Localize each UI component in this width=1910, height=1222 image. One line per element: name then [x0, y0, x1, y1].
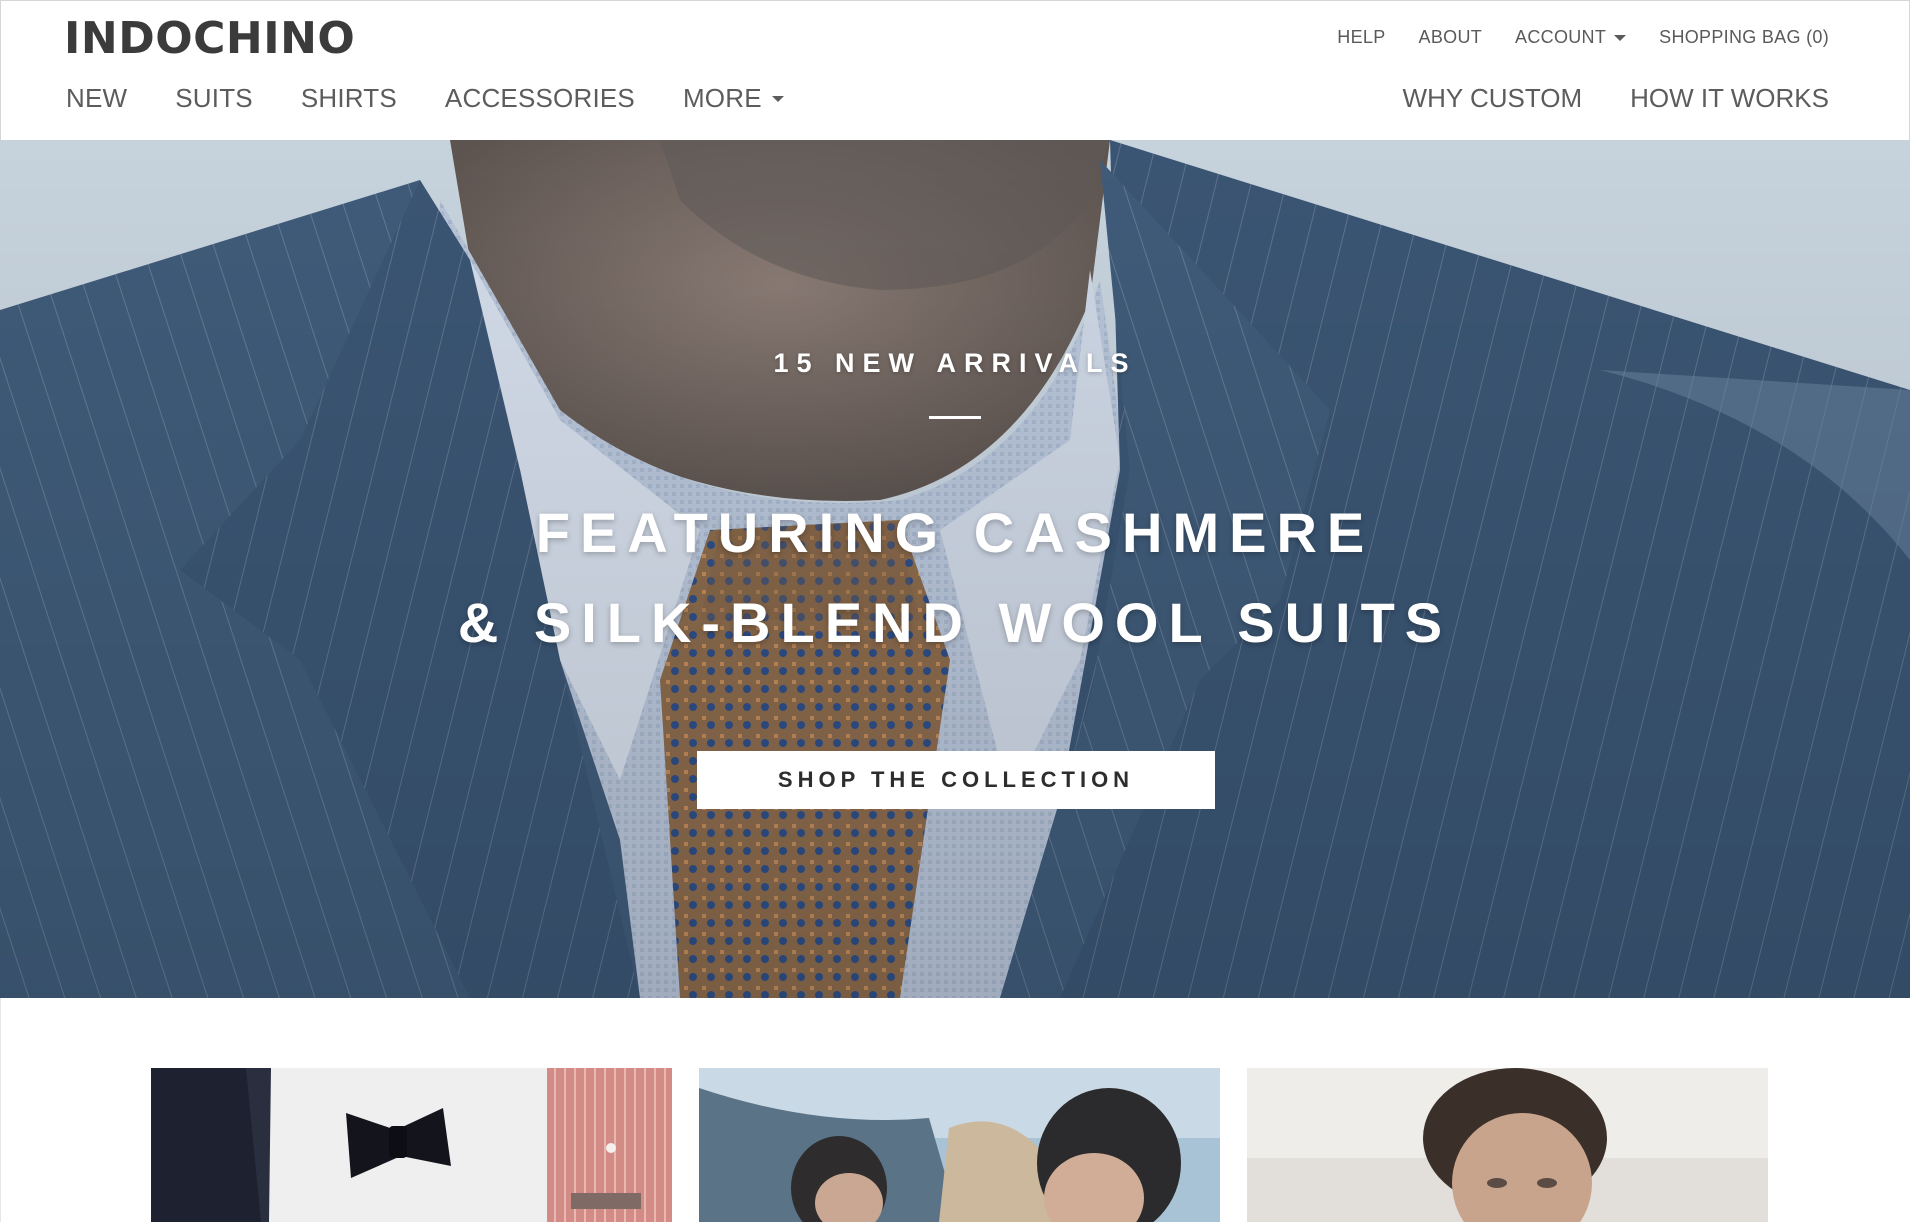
- hero-headline-line2: & SILK-BLEND WOOL SUITS: [457, 591, 1453, 654]
- shop-collection-button[interactable]: SHOP THE COLLECTION: [697, 751, 1215, 809]
- nav-item-shirts[interactable]: SHIRTS: [301, 83, 397, 114]
- nav-item-more[interactable]: MORE: [683, 83, 784, 114]
- site-header: INDOCHINO HELP ABOUT ACCOUNT SHOPPING BA…: [0, 0, 1910, 140]
- promo-tile-accessories[interactable]: [151, 1068, 672, 1222]
- hero-headline: FEATURING CASHMERE & SILK-BLEND WOOL SUI…: [0, 488, 1910, 668]
- promo-tiles: [0, 998, 1910, 1222]
- accessories-image: [151, 1068, 672, 1222]
- nav-item-new[interactable]: NEW: [66, 83, 127, 114]
- about-link[interactable]: ABOUT: [1419, 27, 1483, 48]
- account-label: ACCOUNT: [1515, 27, 1607, 47]
- help-link[interactable]: HELP: [1337, 27, 1385, 48]
- hero-content: 15 NEW ARRIVALS FEATURING CASHMERE & SIL…: [0, 140, 1910, 998]
- nav-item-suits[interactable]: SUITS: [175, 83, 253, 114]
- hero-banner: 15 NEW ARRIVALS FEATURING CASHMERE & SIL…: [0, 140, 1910, 998]
- caret-down-icon: [1614, 34, 1627, 41]
- more-label: MORE: [682, 83, 762, 113]
- main-nav: NEW SUITS SHIRTS ACCESSORIES MORE: [66, 83, 784, 114]
- hero-eyebrow: 15 NEW ARRIVALS: [773, 348, 1137, 378]
- caret-down-icon: [771, 95, 784, 102]
- model-image: [1247, 1068, 1768, 1222]
- brand-logo[interactable]: INDOCHINO: [64, 13, 355, 64]
- hero-headline-line1: FEATURING CASHMERE: [535, 501, 1375, 564]
- how-it-works-link[interactable]: HOW IT WORKS: [1630, 83, 1829, 114]
- promo-tile-model[interactable]: [1247, 1068, 1768, 1222]
- shopping-bag-link[interactable]: SHOPPING BAG (0): [1659, 27, 1829, 48]
- why-custom-link[interactable]: WHY CUSTOM: [1403, 83, 1583, 114]
- nav-item-accessories[interactable]: ACCESSORIES: [445, 83, 635, 114]
- secondary-nav: WHY CUSTOM HOW IT WORKS: [1403, 83, 1829, 114]
- account-menu[interactable]: ACCOUNT: [1515, 27, 1627, 48]
- lifestyle-image: [699, 1068, 1220, 1222]
- hero-divider: [929, 416, 981, 419]
- promo-tile-lifestyle[interactable]: [699, 1068, 1220, 1222]
- utility-nav: HELP ABOUT ACCOUNT SHOPPING BAG (0): [1337, 27, 1829, 48]
